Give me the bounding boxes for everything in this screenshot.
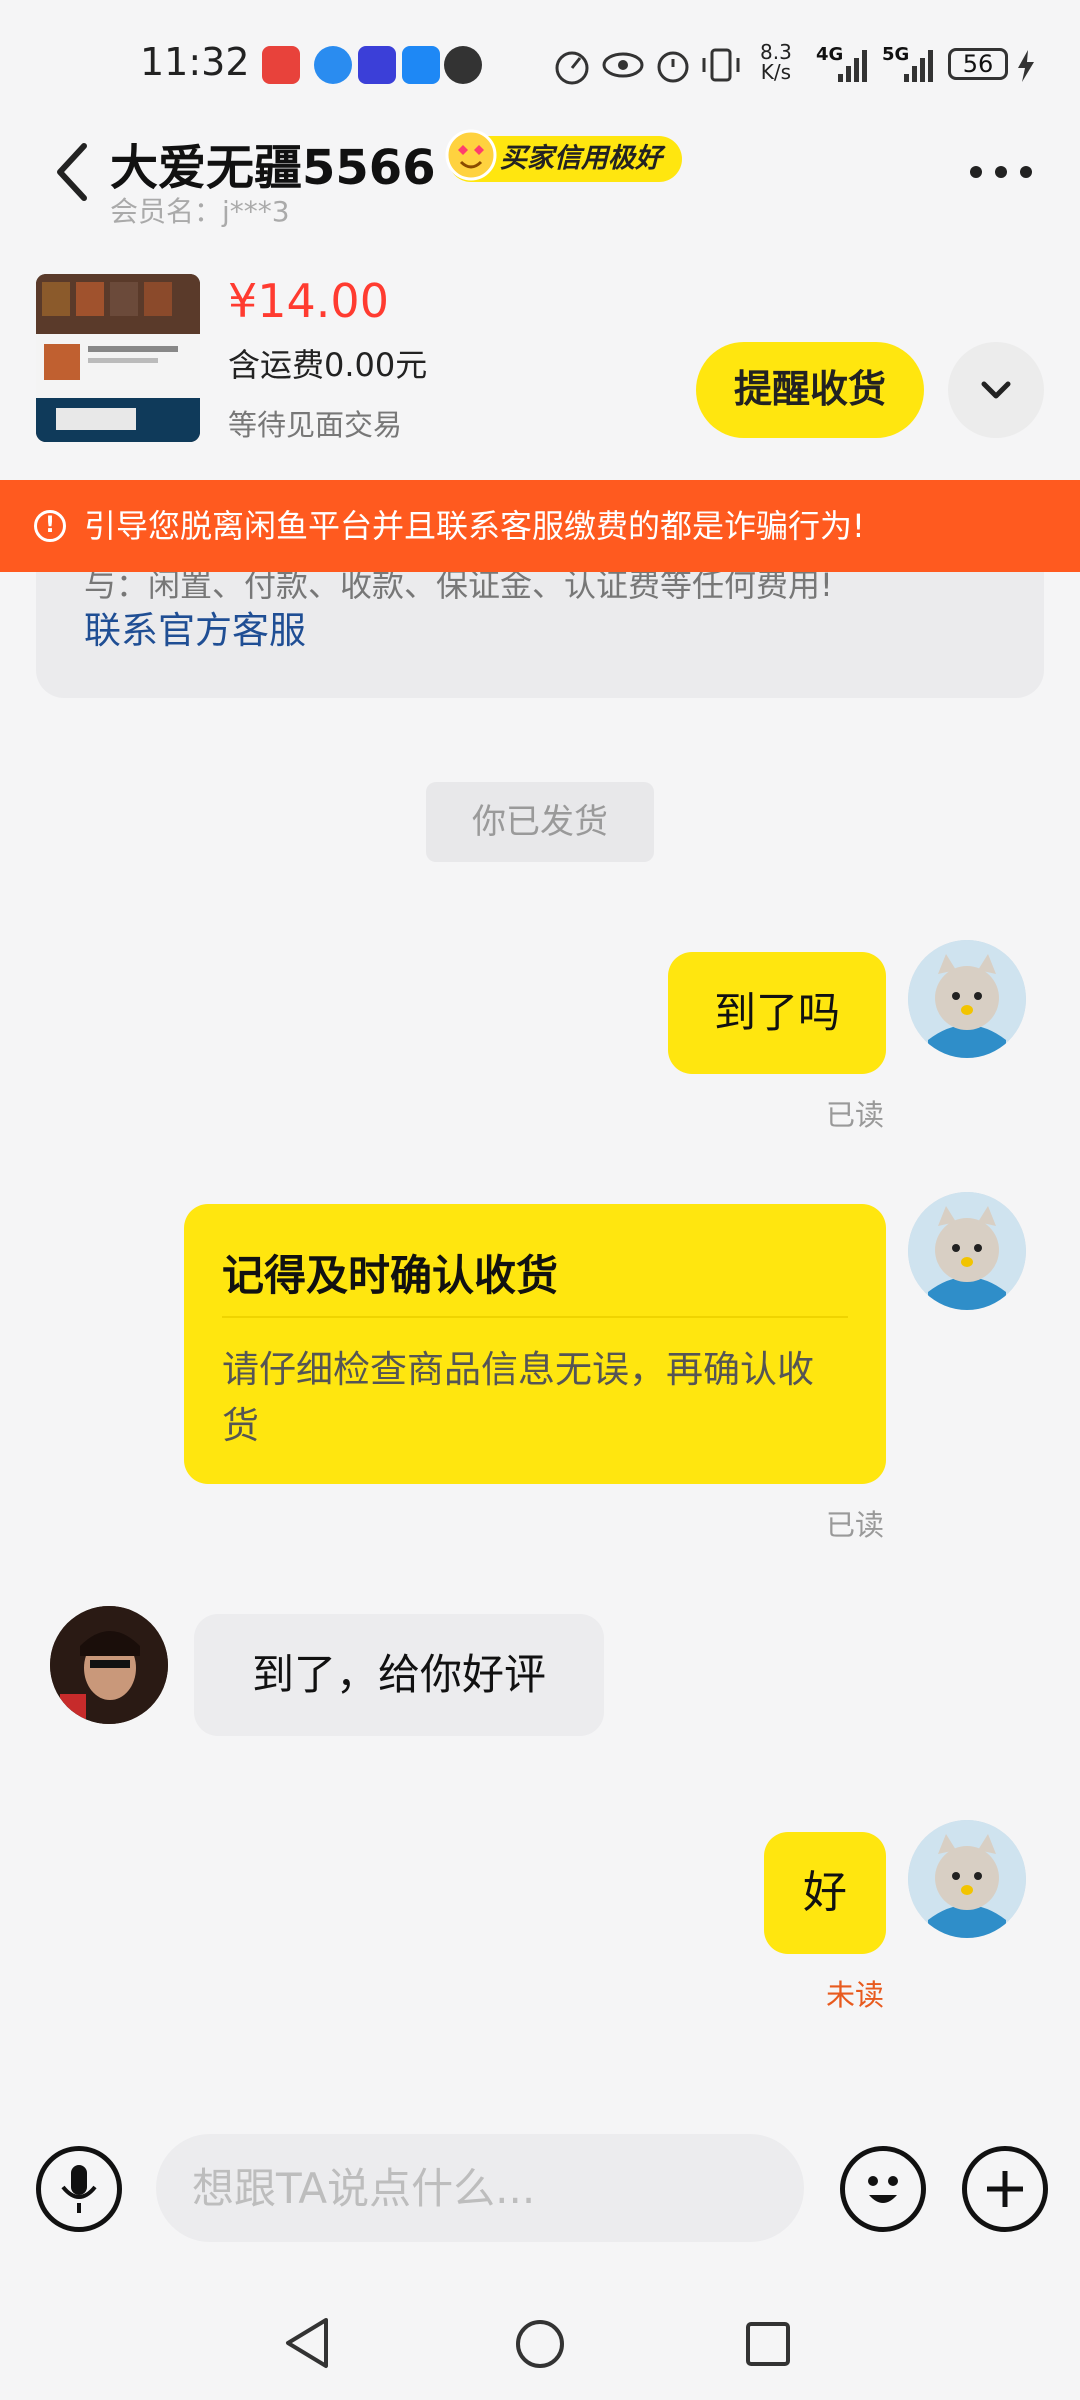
cat-avatar-image bbox=[908, 1820, 1026, 1938]
charging-icon bbox=[1018, 50, 1034, 82]
back-icon[interactable] bbox=[50, 140, 94, 204]
cat-avatar-image bbox=[908, 940, 1026, 1058]
read-status: 已读 bbox=[826, 1098, 885, 1132]
contact-support-link[interactable]: 联系官方客服 bbox=[84, 600, 306, 654]
message-bubble-sent[interactable]: 到了吗 bbox=[668, 952, 886, 1074]
alarm-icon bbox=[657, 51, 689, 83]
card-title: 记得及时确认收货 bbox=[222, 1251, 559, 1300]
credit-emoji-icon bbox=[445, 129, 497, 181]
warning-icon: ! bbox=[34, 510, 66, 542]
emoji-button[interactable] bbox=[840, 2146, 926, 2232]
product-price: ¥14.00 bbox=[228, 274, 389, 328]
more-actions-button[interactable] bbox=[962, 2146, 1048, 2232]
signal-icon-1 bbox=[838, 50, 867, 82]
eye-icon bbox=[602, 52, 644, 78]
product-thumbnail[interactable] bbox=[36, 274, 200, 442]
unread-status: 未读 bbox=[826, 1978, 885, 2012]
member-name: 会员名：j***3 bbox=[110, 195, 290, 228]
huawei-store-icon bbox=[262, 46, 300, 84]
chat-title: 大爱无疆5566 bbox=[110, 140, 436, 196]
order-status: 等待见面交易 bbox=[228, 408, 403, 442]
nav-back-icon[interactable] bbox=[282, 2316, 332, 2370]
net-speed: 8.3 K/s bbox=[760, 40, 792, 84]
buyer-avatar[interactable] bbox=[50, 1606, 168, 1724]
status-bar: 11:32 8.3 K/s 4G 5G 56 bbox=[0, 0, 1080, 120]
more-icon[interactable] bbox=[968, 160, 1034, 184]
remind-receipt-button[interactable]: 提醒收货 bbox=[696, 342, 924, 438]
microphone-icon bbox=[61, 2165, 97, 2213]
plus-icon bbox=[987, 2171, 1023, 2207]
status-time: 11:32 bbox=[140, 40, 250, 84]
browser-icon bbox=[314, 46, 352, 84]
message-bubble-received[interactable]: 到了，给你好评 bbox=[194, 1614, 604, 1736]
smiley-icon bbox=[868, 2176, 898, 2203]
chevron-down-icon bbox=[981, 381, 1011, 399]
fraud-warning-banner: 引导您脱离闲鱼平台并且联系客服缴费的都是诈骗行为! bbox=[0, 480, 1080, 572]
weather-icon bbox=[402, 46, 440, 84]
buyer-avatar-image bbox=[50, 1606, 168, 1724]
my-avatar[interactable] bbox=[908, 940, 1026, 1058]
message-icon bbox=[444, 46, 482, 84]
shipping-fee: 含运费0.00元 bbox=[228, 346, 428, 384]
message-input[interactable] bbox=[156, 2134, 804, 2242]
message-bubble-sent[interactable]: 好 bbox=[764, 1832, 886, 1954]
vibrate-icon bbox=[702, 48, 740, 82]
tieba-icon bbox=[358, 46, 396, 84]
cat-avatar-image bbox=[908, 1192, 1026, 1310]
system-navigation-bar bbox=[0, 2280, 1080, 2400]
read-status: 已读 bbox=[826, 1508, 885, 1542]
card-body: 请仔细检查商品信息无误，再确认收货 bbox=[222, 1348, 814, 1447]
my-avatar[interactable] bbox=[908, 1192, 1026, 1310]
nav-home-icon[interactable] bbox=[514, 2318, 566, 2370]
my-avatar[interactable] bbox=[908, 1820, 1026, 1938]
nav-recents-icon[interactable] bbox=[744, 2320, 792, 2368]
confirm-receipt-card[interactable]: 记得及时确认收货 请仔细检查商品信息无误，再确认收货 bbox=[184, 1204, 886, 1484]
voice-button[interactable] bbox=[36, 2146, 122, 2232]
signal-icon-2 bbox=[904, 50, 933, 82]
expand-button[interactable] bbox=[948, 342, 1044, 438]
product-image bbox=[36, 274, 200, 442]
speed-icon bbox=[555, 51, 589, 85]
system-message: 你已发货 bbox=[426, 782, 654, 862]
card-divider bbox=[222, 1316, 848, 1318]
battery-icon: 56 bbox=[948, 48, 1008, 80]
